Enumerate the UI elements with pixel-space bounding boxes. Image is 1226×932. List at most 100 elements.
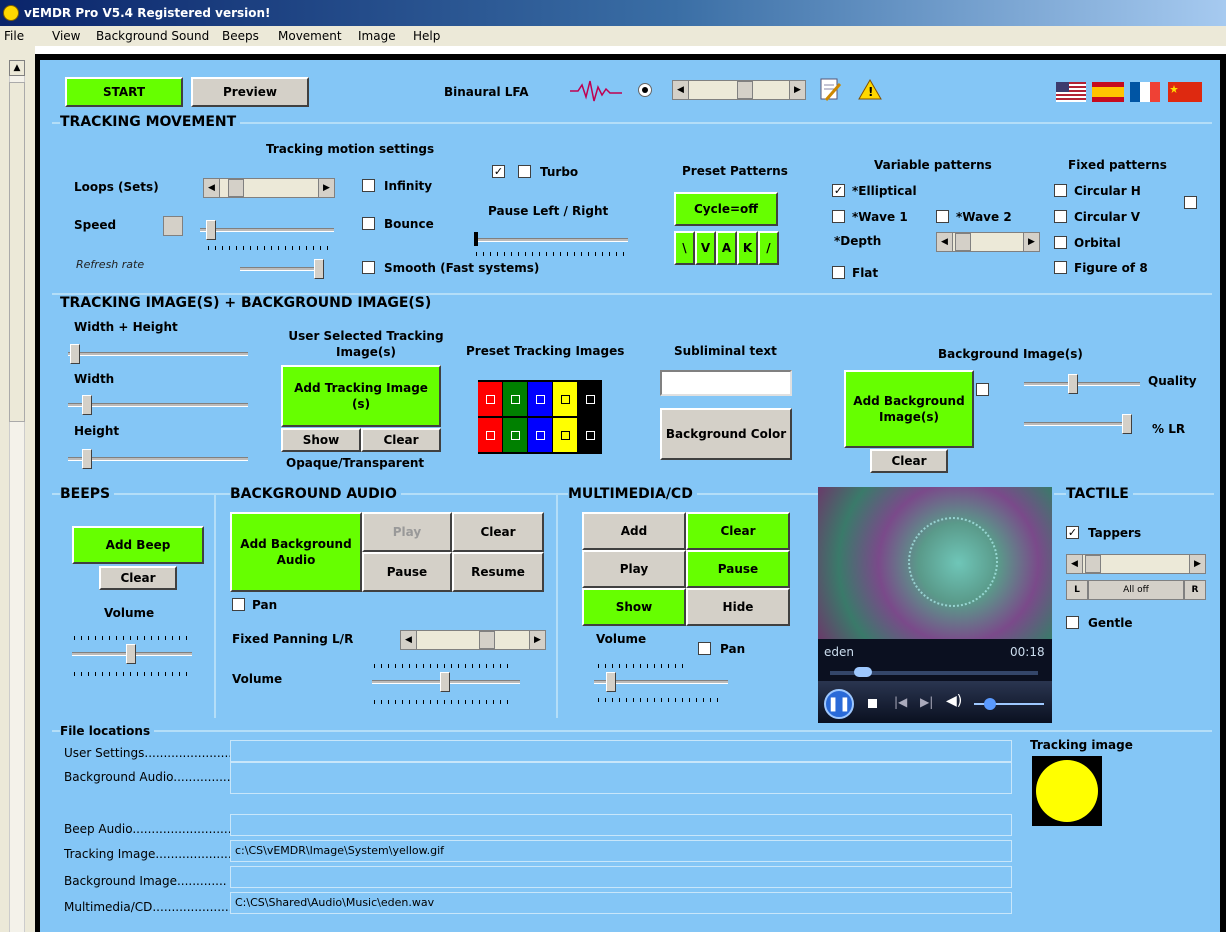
- multimedia-clear-button[interactable]: Clear: [686, 512, 790, 550]
- player-volume-thumb[interactable]: [984, 698, 996, 710]
- quality-thumb[interactable]: [1068, 374, 1078, 394]
- menu-help[interactable]: Help: [413, 29, 440, 43]
- menu-background-sound[interactable]: Background Sound: [96, 29, 209, 43]
- menu-file[interactable]: File: [4, 29, 24, 43]
- tracking-image-field[interactable]: c:\CS\vEMDR\Image\System\yellow.gif: [230, 840, 1012, 862]
- player-stop-icon[interactable]: [868, 699, 877, 708]
- preset-black-filled[interactable]: [578, 382, 602, 416]
- scroll-left-icon[interactable]: ◀: [937, 233, 953, 251]
- preset-green-filled[interactable]: [503, 382, 527, 416]
- lr-thumb[interactable]: [1122, 414, 1132, 434]
- scroll-left-icon[interactable]: ◀: [1067, 555, 1083, 573]
- scroll-right-icon[interactable]: ▶: [318, 179, 334, 197]
- tactile-left-button[interactable]: L: [1066, 580, 1088, 600]
- wave2-checkbox[interactable]: [936, 210, 949, 223]
- spanish-flag-icon[interactable]: [1092, 82, 1124, 102]
- circular-v-checkbox[interactable]: [1054, 210, 1067, 223]
- add-tracking-image-button[interactable]: Add Tracking Image (s): [281, 365, 441, 427]
- scroll-left-icon[interactable]: ◀: [204, 179, 220, 197]
- gentle-checkbox[interactable]: [1066, 616, 1079, 629]
- tappers-checkbox[interactable]: ✓: [1066, 526, 1079, 539]
- multimedia-volume-thumb[interactable]: [606, 672, 616, 692]
- preset-red-outline[interactable]: [478, 418, 502, 452]
- preset-red-filled[interactable]: [478, 382, 502, 416]
- scroll-right-icon[interactable]: ▶: [529, 631, 545, 649]
- width-thumb[interactable]: [82, 395, 92, 415]
- scroll-thumb[interactable]: [479, 631, 495, 649]
- player-previous-icon[interactable]: |◀: [894, 695, 907, 709]
- pattern-button-v[interactable]: V: [695, 231, 716, 265]
- scroll-thumb[interactable]: [737, 81, 753, 99]
- vertical-scrollbar[interactable]: ▲: [0, 46, 35, 932]
- clear-background-image-button[interactable]: Clear: [870, 449, 948, 473]
- speed-slider-track[interactable]: [200, 228, 334, 232]
- start-button[interactable]: START: [65, 77, 183, 107]
- add-background-audio-button[interactable]: Add Background Audio: [230, 512, 362, 592]
- elliptical-checkbox[interactable]: ✓: [832, 184, 845, 197]
- player-pause-icon[interactable]: ❚❚: [824, 689, 854, 719]
- scroll-up-button[interactable]: ▲: [9, 60, 25, 76]
- multimedia-pause-button[interactable]: Pause: [686, 550, 790, 588]
- multimedia-add-button[interactable]: Add: [582, 512, 686, 550]
- wave1-checkbox[interactable]: [832, 210, 845, 223]
- add-beep-button[interactable]: Add Beep: [72, 526, 204, 564]
- user-settings-field[interactable]: [230, 740, 1012, 762]
- scroll-thumb[interactable]: [9, 82, 25, 422]
- height-thumb[interactable]: [82, 449, 92, 469]
- notes-icon[interactable]: [818, 76, 844, 104]
- bounce-checkbox[interactable]: [362, 217, 375, 230]
- scroll-right-icon[interactable]: ▶: [789, 81, 805, 99]
- refresh-slider-track[interactable]: [240, 267, 324, 271]
- turbo-checkbox-1[interactable]: ✓: [492, 165, 505, 178]
- audio-pan-checkbox[interactable]: [232, 598, 245, 611]
- multimedia-file-field[interactable]: C:\CS\Shared\Audio\Music\eden.wav: [230, 892, 1012, 914]
- clear-tracking-button[interactable]: Clear: [361, 428, 441, 452]
- audio-volume-thumb[interactable]: [440, 672, 450, 692]
- multimedia-show-button[interactable]: Show: [582, 588, 686, 626]
- scroll-left-icon[interactable]: ◀: [673, 81, 689, 99]
- pause-lr-thumb[interactable]: [474, 232, 478, 246]
- fixed-panning-scrollbar[interactable]: ◀ ▶: [400, 630, 546, 650]
- play-background-audio-button[interactable]: Play: [362, 512, 452, 552]
- orbital-checkbox[interactable]: [1054, 236, 1067, 249]
- multimedia-play-button[interactable]: Play: [582, 550, 686, 588]
- pause-background-audio-button[interactable]: Pause: [362, 552, 452, 592]
- clear-background-audio-button[interactable]: Clear: [452, 512, 544, 552]
- background-color-button[interactable]: Background Color: [660, 408, 792, 460]
- add-background-image-button[interactable]: Add Background Image(s): [844, 370, 974, 448]
- width-height-track[interactable]: [68, 352, 248, 356]
- menu-beeps[interactable]: Beeps: [222, 29, 259, 43]
- figure8-checkbox[interactable]: [1054, 261, 1067, 274]
- pause-lr-track[interactable]: [474, 238, 628, 242]
- pattern-button-k[interactable]: K: [737, 231, 758, 265]
- tactile-all-off-button[interactable]: All off: [1088, 580, 1184, 600]
- subliminal-input[interactable]: [660, 370, 792, 396]
- speed-slider-thumb[interactable]: [206, 220, 216, 240]
- chinese-flag-icon[interactable]: [1168, 82, 1202, 102]
- french-flag-icon[interactable]: [1130, 82, 1160, 102]
- flat-checkbox[interactable]: [832, 266, 845, 279]
- background-image-field[interactable]: [230, 866, 1012, 888]
- preset-yellow-outline[interactable]: [553, 418, 577, 452]
- tactile-scrollbar[interactable]: ◀ ▶: [1066, 554, 1206, 574]
- preset-blue-filled[interactable]: [528, 382, 552, 416]
- scroll-right-icon[interactable]: ▶: [1023, 233, 1039, 251]
- warning-icon[interactable]: !: [858, 78, 882, 100]
- infinity-checkbox[interactable]: [362, 179, 375, 192]
- height-track[interactable]: [68, 457, 248, 461]
- preset-blue-outline[interactable]: [528, 418, 552, 452]
- pattern-button-slash[interactable]: /: [758, 231, 779, 265]
- clear-beep-button[interactable]: Clear: [99, 566, 177, 590]
- player-next-icon[interactable]: ▶|: [920, 695, 933, 709]
- media-player[interactable]: eden 00:18 ❚❚ |◀ ▶| ◀): [818, 487, 1052, 723]
- beep-audio-field[interactable]: [230, 814, 1012, 836]
- circular-h-checkbox[interactable]: [1054, 184, 1067, 197]
- preview-button[interactable]: Preview: [191, 77, 309, 107]
- us-flag-icon[interactable]: [1056, 82, 1086, 102]
- player-volume-icon[interactable]: ◀): [946, 693, 962, 709]
- multimedia-hide-button[interactable]: Hide: [686, 588, 790, 626]
- background-image-checkbox[interactable]: [976, 383, 989, 396]
- pattern-button-a[interactable]: A: [716, 231, 737, 265]
- lr-track[interactable]: [1024, 422, 1128, 426]
- quality-track[interactable]: [1024, 382, 1140, 386]
